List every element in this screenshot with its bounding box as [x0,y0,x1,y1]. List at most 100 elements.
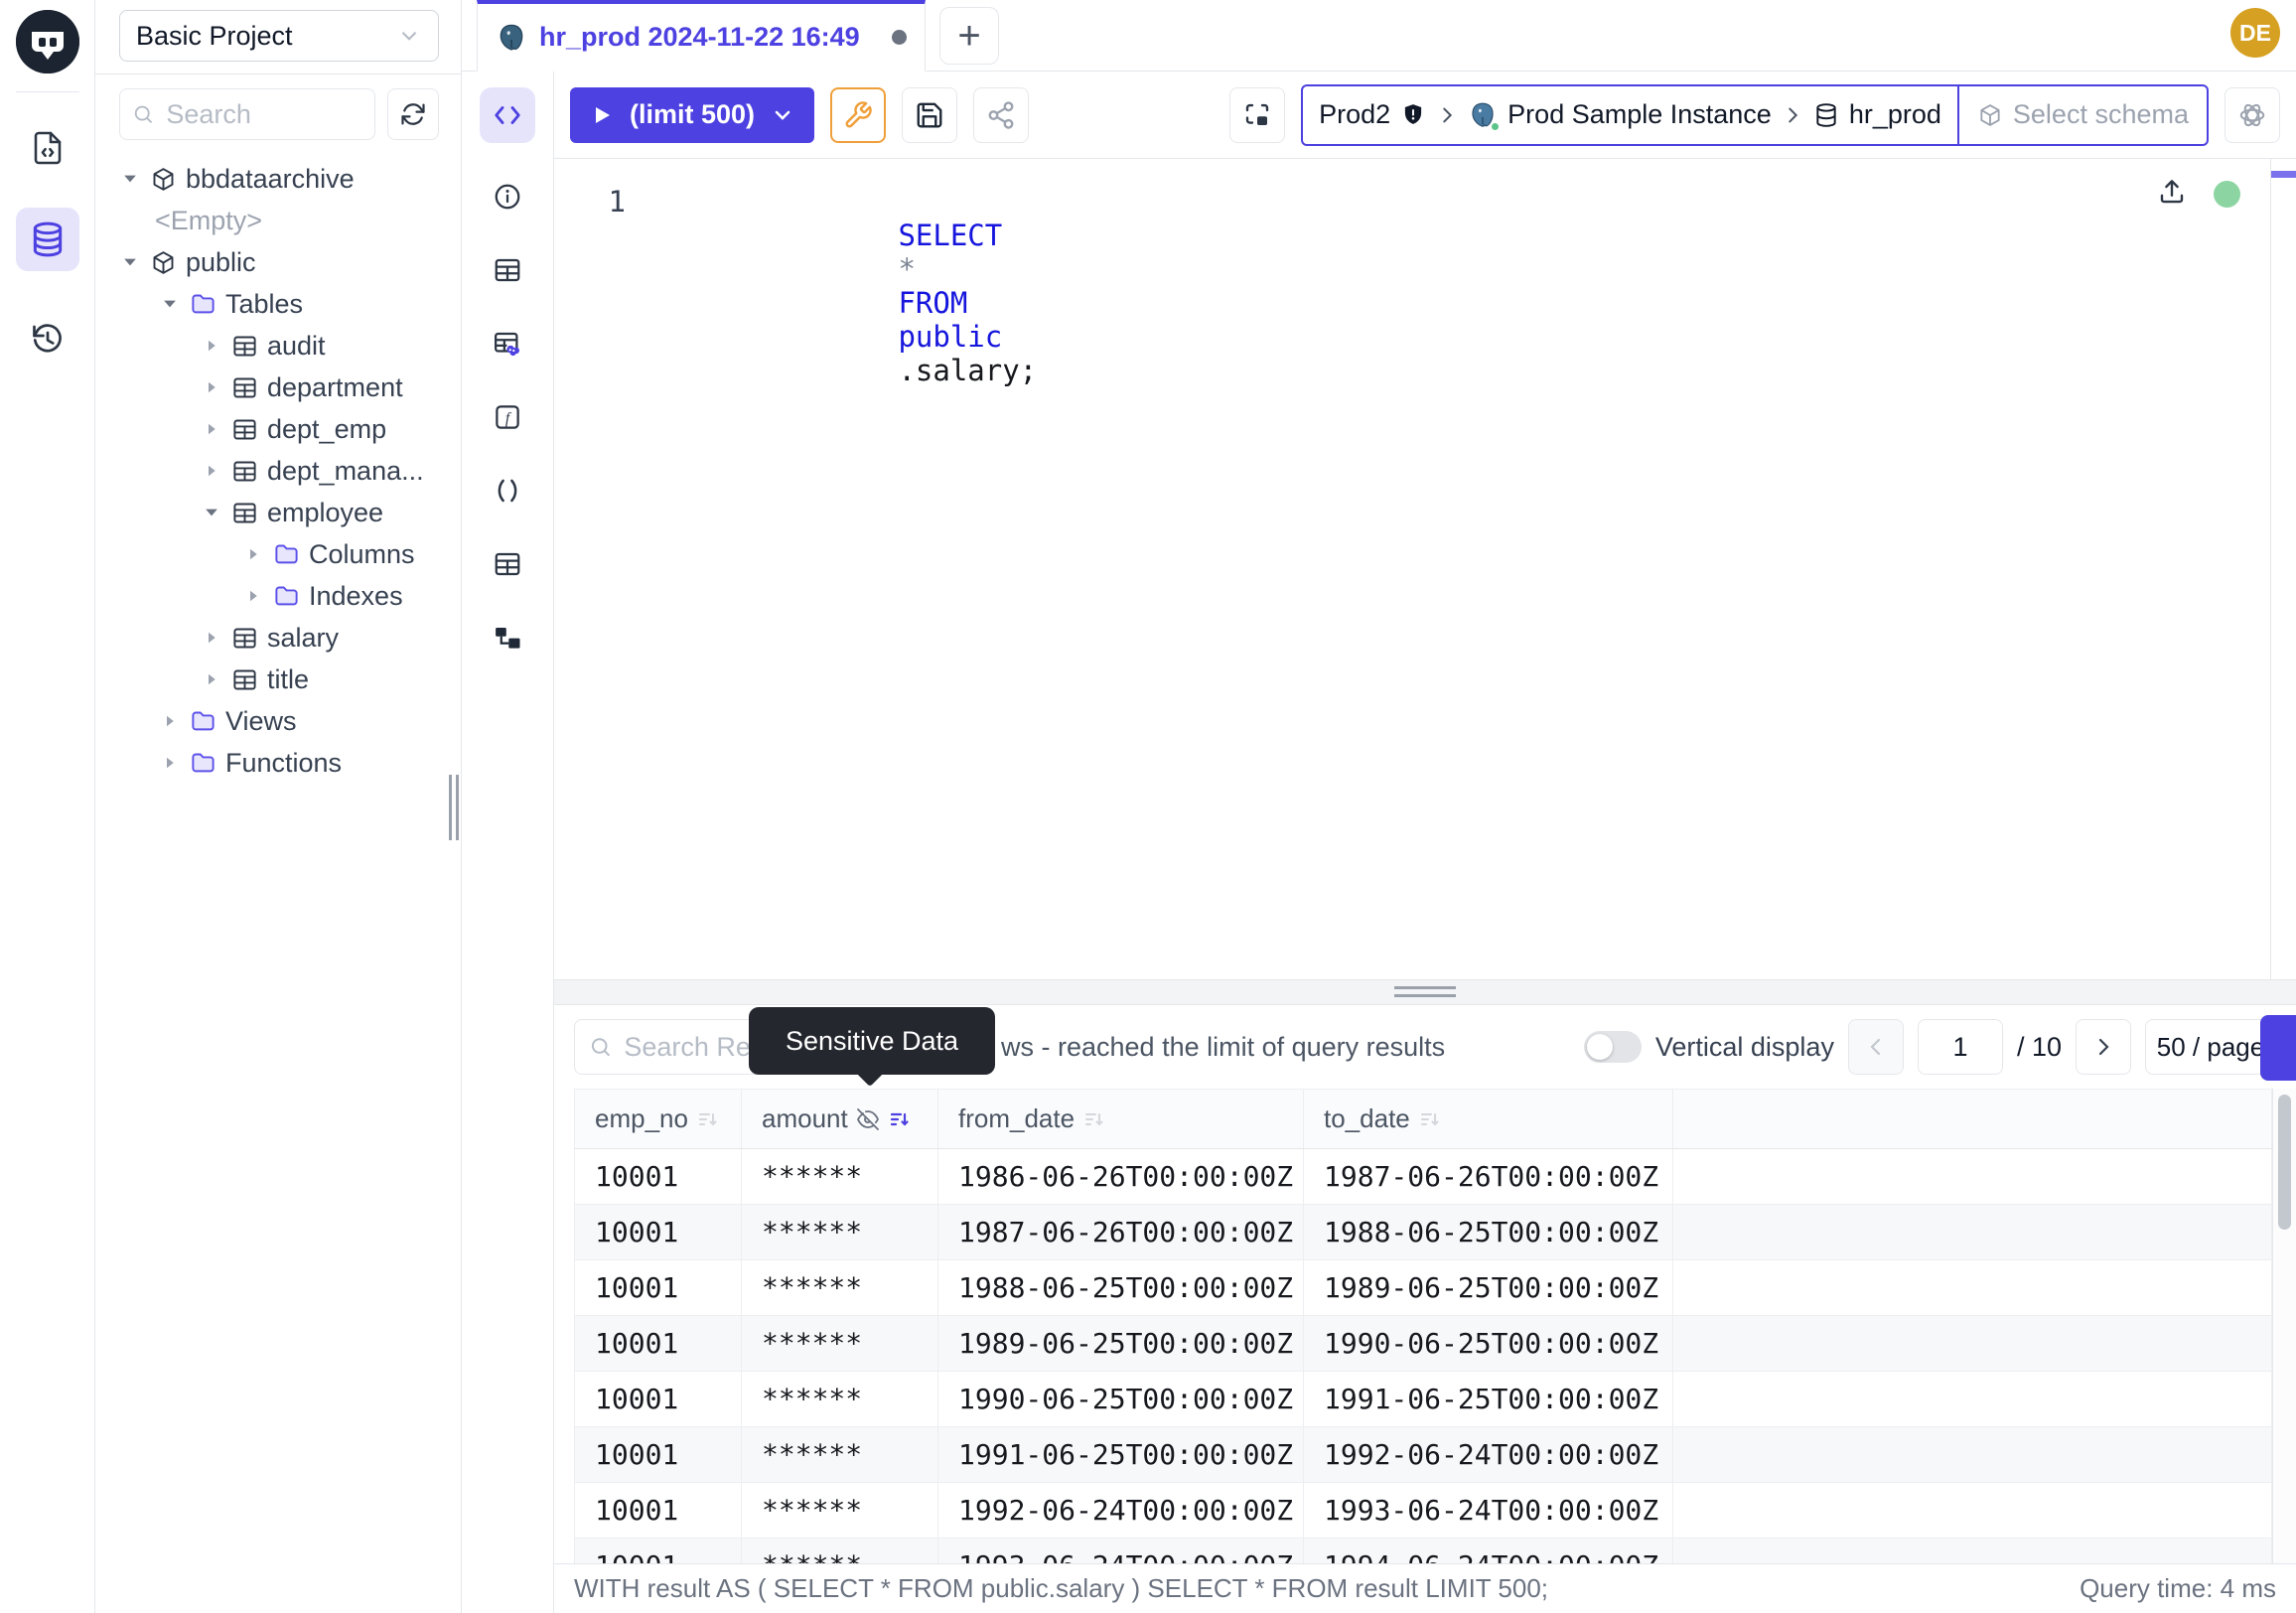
info-icon[interactable] [488,177,527,217]
sidebar-search-input[interactable] [164,98,362,131]
batch-mode-button[interactable] [1229,87,1285,143]
refresh-button[interactable] [387,88,439,140]
chevron-right-icon[interactable] [201,337,222,355]
tree-item-views[interactable]: Views [95,700,461,742]
column-header-to-date[interactable]: to_date [1304,1090,1673,1149]
sidebar-resize-handle[interactable] [448,775,460,840]
project-select-value: Basic Project [136,21,293,52]
table-row[interactable]: 10001******1989-06-25T00:00:00Z1990-06-2… [575,1316,2272,1372]
schema-diagram-icon[interactable] [488,618,527,658]
page-total-label: / 10 [2017,1032,2062,1063]
unsaved-dot-icon [892,30,907,45]
schema-select[interactable]: Select schema [1957,86,2207,144]
table-row[interactable]: 10001******1992-06-24T00:00:00Z1993-06-2… [575,1483,2272,1539]
table-row[interactable]: 10001******1988-06-25T00:00:00Z1989-06-2… [575,1260,2272,1316]
page-size-select[interactable]: 50 / page [2145,1019,2276,1075]
avatar[interactable]: DE [2230,8,2280,58]
page-number-input[interactable]: 1 [1918,1019,2003,1075]
bytebase-logo[interactable] [16,10,79,73]
table-row[interactable]: 10001******1990-06-25T00:00:00Z1991-06-2… [575,1372,2272,1427]
tree-item-public[interactable]: public [95,241,461,283]
prev-page-button[interactable] [1848,1019,1904,1075]
chevron-right-icon[interactable] [242,545,264,563]
chevron-right-icon[interactable] [201,420,222,438]
chevron-right-icon[interactable] [159,754,181,772]
database-nav-icon[interactable] [16,208,79,271]
column-header-amount[interactable]: amount [742,1090,938,1149]
next-page-button[interactable] [2076,1019,2131,1075]
panel-resize-handle[interactable] [554,979,2296,1005]
column-header-emp-no[interactable]: emp_no [575,1090,742,1149]
tree-item-tables[interactable]: Tables [95,283,461,325]
batch-mode-icon [1242,100,1272,130]
scrollbar-thumb[interactable] [2278,1095,2291,1230]
query-time-label: Query time: 4 ms [2080,1573,2276,1604]
ai-assistant-button[interactable] [2224,87,2280,143]
tree-item-indexes[interactable]: Indexes [95,575,461,617]
sort-icon[interactable] [1418,1107,1442,1131]
sql-editor[interactable]: 1 SELECT * FROM public .salary; [554,159,2296,979]
chevron-right-icon[interactable] [242,587,264,605]
vertical-display-toggle[interactable] [1584,1031,1642,1063]
executed-query-text: WITH result AS ( SELECT * FROM public.sa… [574,1573,1548,1604]
column-header-from-date[interactable]: from_date [938,1090,1304,1149]
editor-scrollbar[interactable] [2270,159,2296,979]
code-panel-icon[interactable] [480,87,535,143]
chevron-right-icon[interactable] [201,629,222,647]
masked-data-icon[interactable] [488,324,527,364]
worksheet-nav-icon[interactable] [16,116,79,180]
chevron-right-icon[interactable] [201,670,222,688]
tree-item-bbdataarchive[interactable]: bbdataarchive [95,158,461,200]
chevron-right-icon[interactable] [159,712,181,730]
upload-icon[interactable] [2157,177,2187,207]
table-icon [231,625,258,652]
table-detail-icon[interactable] [488,544,527,584]
save-button[interactable] [902,87,957,143]
sort-icon[interactable] [696,1107,720,1131]
run-query-button[interactable]: (limit 500) [570,87,814,143]
chevron-down-icon[interactable] [771,103,794,127]
format-wrench-button[interactable] [830,87,886,143]
tooltip-caret [856,1059,884,1087]
export-button[interactable] [2260,1015,2296,1081]
svg-text:f: f [505,410,512,427]
table-row[interactable]: 10001******1986-06-26T00:00:00Z1987-06-2… [575,1149,2272,1205]
chevron-down-icon[interactable] [159,294,181,314]
parentheses-icon[interactable] [488,471,527,511]
tree-item-department[interactable]: department [95,367,461,408]
chevron-down-icon[interactable] [119,169,141,189]
chevron-down-icon[interactable] [119,252,141,272]
tree-item-salary[interactable]: salary [95,617,461,659]
instance-label: Prod Sample Instance [1507,99,1772,130]
results-scrollbar[interactable] [2272,1089,2296,1563]
tab-bar: hr_prod 2024-11-22 16:49 + DE [462,0,2296,72]
project-select[interactable]: Basic Project [119,10,439,62]
function-icon[interactable]: f [488,397,527,437]
connection-select[interactable]: Prod2 Prod Sample Instance hr_prod [1303,86,1957,144]
postgres-instance-icon [1468,100,1498,130]
add-tab-button[interactable]: + [939,7,999,65]
share-button[interactable] [973,87,1029,143]
tree-item-audit[interactable]: audit [95,325,461,367]
chevron-right-icon[interactable] [201,378,222,396]
table-panel-icon[interactable] [488,250,527,290]
tree-item-employee[interactable]: employee [95,492,461,533]
chevron-right-icon[interactable] [201,462,222,480]
table-row[interactable]: 10001******1987-06-26T00:00:00Z1988-06-2… [575,1205,2272,1260]
table-row[interactable]: 10001******1991-06-25T00:00:00Z1992-06-2… [575,1427,2272,1483]
database-label: hr_prod [1849,99,1941,130]
tree-item-dept-manager[interactable]: dept_mana... [95,450,461,492]
chevron-down-icon[interactable] [201,503,222,522]
history-nav-icon[interactable] [16,307,79,370]
table-row[interactable]: 10001******1993-06-24T00:00:00Z1994-06-2… [575,1539,2272,1564]
tree-item-columns[interactable]: Columns [95,533,461,575]
folder-icon [190,750,216,777]
tree-item-functions[interactable]: Functions [95,742,461,784]
worksheet-tab[interactable]: hr_prod 2024-11-22 16:49 [477,0,926,72]
sort-icon[interactable] [1082,1107,1106,1131]
tree-item-title[interactable]: title [95,659,461,700]
table-icon [231,500,258,526]
sort-icon-active[interactable] [888,1107,912,1131]
eye-off-icon[interactable] [856,1107,880,1131]
tree-item-dept-emp[interactable]: dept_emp [95,408,461,450]
